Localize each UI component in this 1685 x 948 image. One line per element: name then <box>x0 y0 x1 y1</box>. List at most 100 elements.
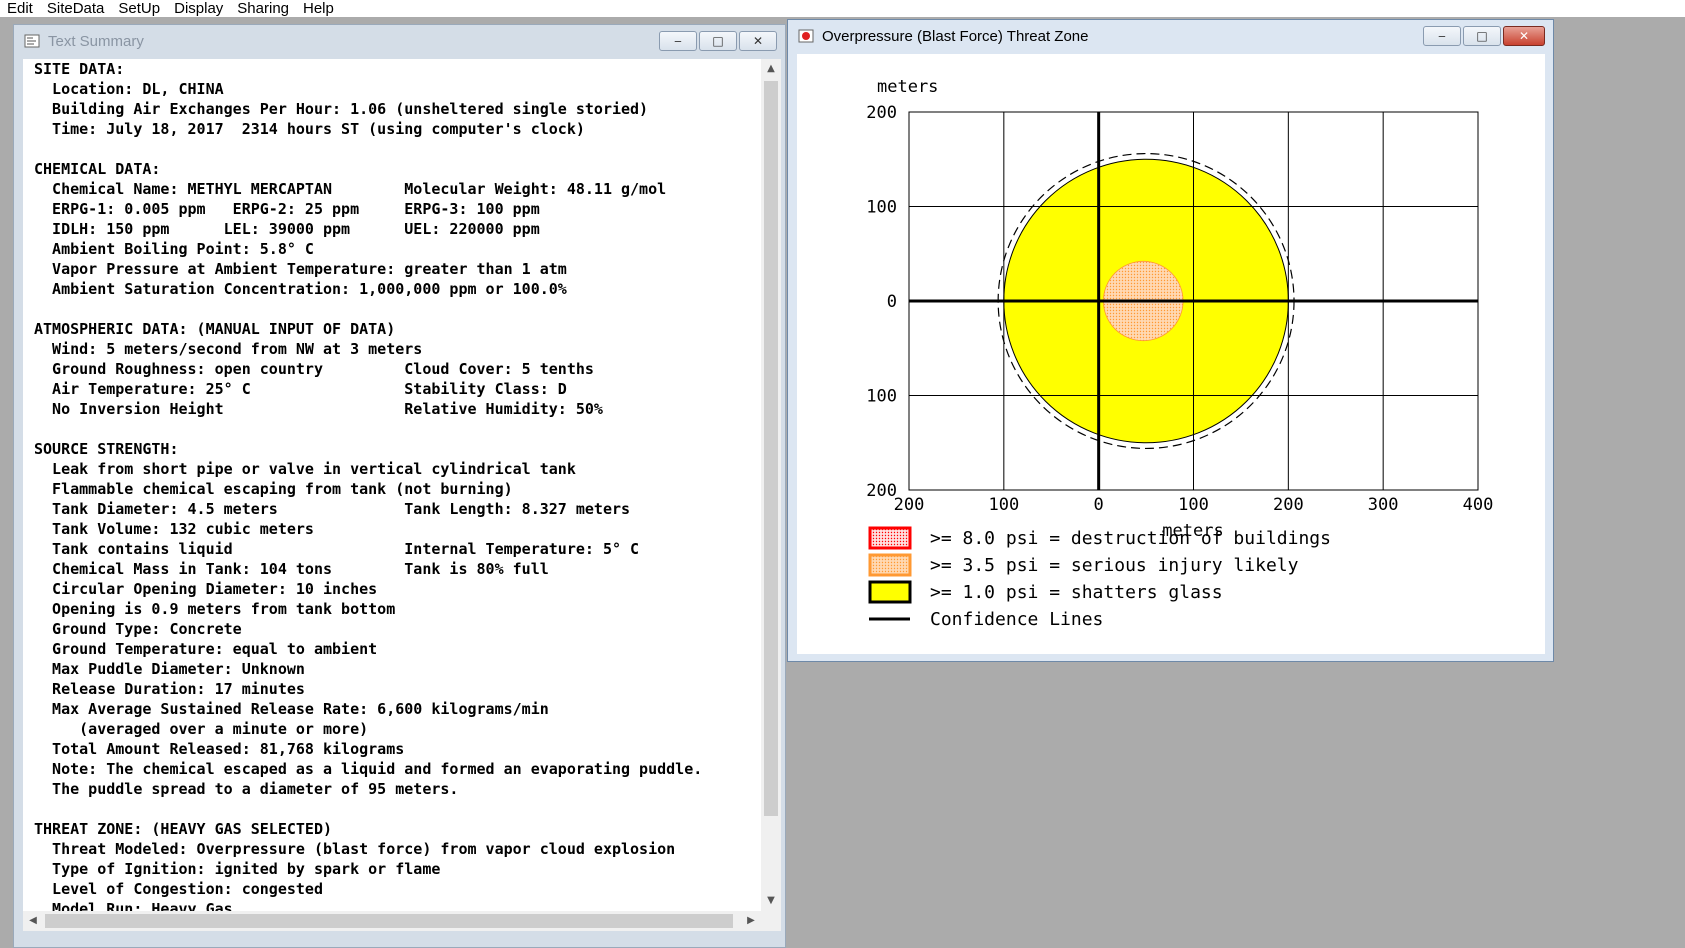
text-line: Ground Type: Concrete <box>34 620 242 638</box>
x-tick-label: 0 <box>1094 495 1104 515</box>
text-summary-title: Text Summary <box>48 32 144 50</box>
threat-zone-title: Overpressure (Blast Force) Threat Zone <box>822 27 1089 45</box>
text-line: Chemical Name: METHYL MERCAPTAN Molecula… <box>34 180 667 198</box>
minimize-icon: ‒ <box>674 34 682 48</box>
x-tick-label: 100 <box>988 495 1019 515</box>
menu-edit[interactable]: Edit <box>0 0 40 17</box>
y-tick-label: 0 <box>887 292 897 312</box>
menu-sitedata[interactable]: SiteData <box>40 0 112 17</box>
legend-label: Confidence Lines <box>930 609 1103 630</box>
maximize-button[interactable]: □ <box>1463 26 1501 46</box>
horizontal-scroll-thumb[interactable] <box>45 914 733 928</box>
y-axis-label: meters <box>877 77 938 97</box>
text-line: Max Puddle Diameter: Unknown <box>34 660 305 678</box>
x-tick-label: 200 <box>1273 495 1304 515</box>
text-line <box>34 419 761 439</box>
scroll-up-icon[interactable]: ▲ <box>761 59 781 79</box>
text-line <box>34 299 761 319</box>
text-line: IDLH: 150 ppm LEL: 39000 ppm UEL: 220000… <box>34 220 540 238</box>
threat-zone-icon <box>798 29 814 43</box>
y-tick-label: 200 <box>866 481 897 501</box>
text-summary-content[interactable]: SITE DATA: Location: DL, CHINA Building … <box>23 59 761 911</box>
x-tick-label: 200 <box>894 495 925 515</box>
document-icon <box>24 34 40 48</box>
legend-swatch <box>868 526 912 550</box>
y-tick-label: 100 <box>866 387 897 407</box>
scroll-left-icon[interactable]: ◀ <box>23 911 43 931</box>
text-line: Note: The chemical escaped as a liquid a… <box>34 760 703 778</box>
threat-zone-chart: 200 100 0 100 200 300 4002001000100200metersme… <box>866 77 1494 630</box>
text-line: Model Run: Heavy Gas <box>34 900 233 911</box>
text-line: CHEMICAL DATA: <box>34 160 161 178</box>
text-line: Tank contains liquid Internal Temperatur… <box>34 540 640 558</box>
text-line: Release Duration: 17 minutes <box>34 680 305 698</box>
close-icon: ✕ <box>752 34 764 48</box>
text-line: THREAT ZONE: (HEAVY GAS SELECTED) <box>34 820 333 838</box>
legend-swatch <box>868 580 912 604</box>
minimize-button[interactable]: ‒ <box>1423 26 1461 46</box>
menu-display[interactable]: Display <box>167 0 230 17</box>
scroll-right-icon[interactable]: ▶ <box>741 911 761 931</box>
text-line: Ground Temperature: equal to ambient <box>34 640 378 658</box>
text-line: Total Amount Released: 81,768 kilograms <box>34 740 405 758</box>
x-tick-label: 100 <box>1178 495 1209 515</box>
text-line: Air Temperature: 25° C Stability Class: … <box>34 380 567 398</box>
minimize-icon: ‒ <box>1438 29 1446 43</box>
menu-setup[interactable]: SetUp <box>111 0 167 17</box>
text-line: Ambient Saturation Concentration: 1,000,… <box>34 280 567 298</box>
vertical-scrollbar[interactable]: ▲ ▼ <box>761 59 781 911</box>
threat-zone-client: 200 100 0 100 200 300 400 200 100 0 100 200 meters me… <box>797 54 1545 654</box>
close-button[interactable]: ✕ <box>1503 26 1545 46</box>
text-line: Leak from short pipe or valve in vertica… <box>34 460 576 478</box>
y-tick-label: 100 <box>866 198 897 218</box>
text-line: Circular Opening Diameter: 10 inches <box>34 580 378 598</box>
legend-swatch <box>868 553 912 577</box>
maximize-button[interactable]: □ <box>699 31 737 51</box>
text-line: Tank Volume: 132 cubic meters <box>34 520 314 538</box>
legend-label: >= 8.0 psi = destruction of buildings <box>930 528 1331 549</box>
text-line: Tank Diameter: 4.5 meters Tank Length: 8… <box>34 500 631 518</box>
menu-help[interactable]: Help <box>296 0 341 17</box>
scroll-down-icon[interactable]: ▼ <box>761 891 781 911</box>
text-line: Level of Congestion: congested <box>34 880 323 898</box>
text-line: The puddle spread to a diameter of 95 me… <box>34 780 459 798</box>
text-line: ATMOSPHERIC DATA: (MANUAL INPUT OF DATA) <box>34 320 396 338</box>
x-tick-label: 300 <box>1368 495 1399 515</box>
maximize-icon: □ <box>712 34 724 48</box>
text-summary-client: SITE DATA: Location: DL, CHINA Building … <box>23 59 781 931</box>
text-line: SITE DATA: <box>34 60 125 78</box>
text-line: Wind: 5 meters/second from NW at 3 meter… <box>34 340 423 358</box>
text-line: Location: DL, CHINA <box>34 80 224 98</box>
menu-bar: Edit SiteData SetUp Display Sharing Help <box>0 0 1685 17</box>
text-line: SOURCE STRENGTH: <box>34 440 179 458</box>
text-line: Threat Modeled: Overpressure (blast forc… <box>34 840 676 858</box>
threat-zone-window: Overpressure (Blast Force) Threat Zone ‒… <box>787 19 1554 662</box>
x-tick-label: 400 <box>1463 495 1494 515</box>
text-line: (averaged over a minute or more) <box>34 720 369 738</box>
text-line: Time: July 18, 2017 2314 hours ST (using… <box>34 120 585 138</box>
vertical-scroll-thumb[interactable] <box>764 81 778 816</box>
maximize-icon: □ <box>1476 29 1488 43</box>
menu-sharing[interactable]: Sharing <box>230 0 296 17</box>
text-line: Chemical Mass in Tank: 104 tons Tank is … <box>34 560 549 578</box>
text-line: Vapor Pressure at Ambient Temperature: g… <box>34 260 567 278</box>
text-line: Ambient Boiling Point: 5.8° C <box>34 240 314 258</box>
threat-zone-titlebar[interactable]: Overpressure (Blast Force) Threat Zone ‒… <box>788 20 1553 52</box>
minimize-button[interactable]: ‒ <box>659 31 697 51</box>
horizontal-scrollbar[interactable]: ◀ ▶ <box>23 911 781 931</box>
text-line: Type of Ignition: ignited by spark or fl… <box>34 860 441 878</box>
text-line: Ground Roughness: open country Cloud Cov… <box>34 360 594 378</box>
text-line <box>34 139 761 159</box>
text-line: Opening is 0.9 meters from tank bottom <box>34 600 396 618</box>
legend-label: >= 1.0 psi = shatters glass <box>930 582 1223 603</box>
close-button[interactable]: ✕ <box>739 31 777 51</box>
text-line: No Inversion Height Relative Humidity: 5… <box>34 400 603 418</box>
text-line: Building Air Exchanges Per Hour: 1.06 (u… <box>34 100 649 118</box>
text-summary-window: Text Summary ‒ □ ✕ SITE DATA: Location: … <box>13 24 786 948</box>
text-line: Max Average Sustained Release Rate: 6,60… <box>34 700 549 718</box>
legend-label: >= 3.5 psi = serious injury likely <box>930 555 1299 576</box>
text-summary-titlebar[interactable]: Text Summary ‒ □ ✕ <box>14 25 785 57</box>
text-line: ERPG-1: 0.005 ppm ERPG-2: 25 ppm ERPG-3:… <box>34 200 540 218</box>
close-icon: ✕ <box>1518 29 1530 43</box>
y-tick-label: 200 <box>866 103 897 123</box>
